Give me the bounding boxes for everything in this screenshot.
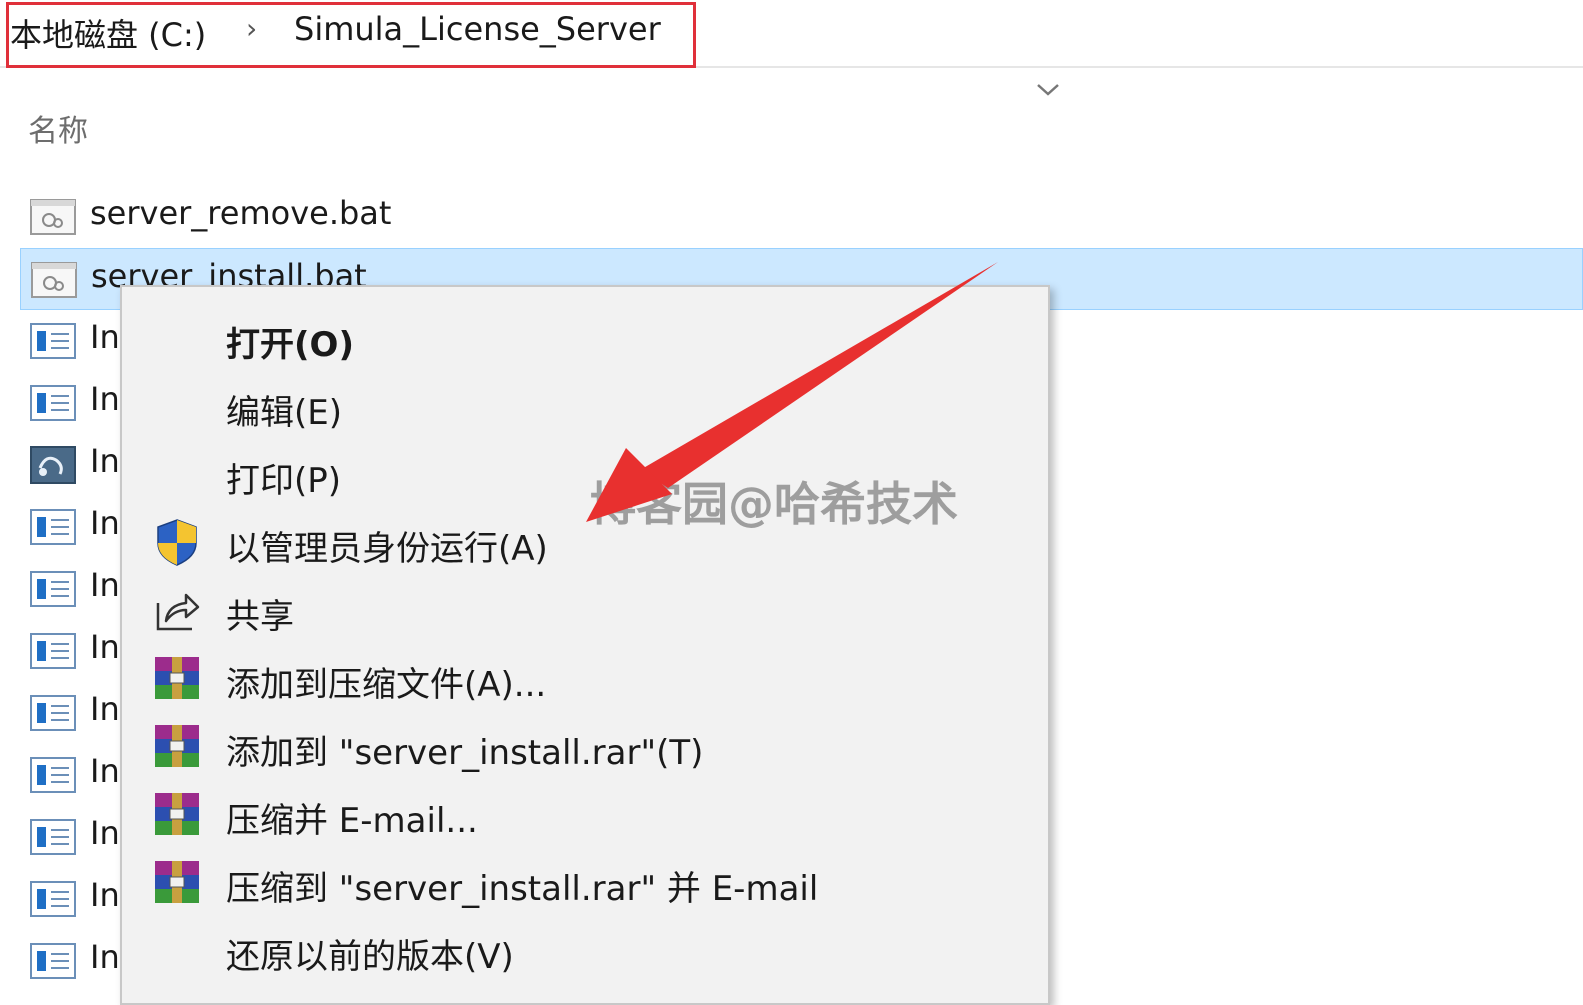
file-name: In — [90, 876, 120, 914]
menu-item-restore-previous[interactable]: 还原以前的版本(V) — [122, 915, 1048, 983]
sort-chevron-down-icon[interactable] — [1034, 80, 1062, 100]
menu-item-label: 打开(O) — [226, 325, 354, 365]
file-name: In — [90, 380, 120, 418]
menu-item-open[interactable]: 打开(O) — [122, 303, 1048, 371]
file-name: In — [90, 752, 120, 790]
file-name: In — [90, 504, 120, 542]
document-icon — [30, 509, 76, 545]
file-name: In — [90, 690, 120, 728]
menu-item-compress-to-rar-email[interactable]: 压缩到 "server_install.rar" 并 E-mail — [122, 847, 1048, 915]
document-icon — [30, 633, 76, 669]
breadcrumb-drive[interactable]: 本地磁盘 (C:) — [10, 10, 206, 56]
file-name: In — [90, 938, 120, 976]
menu-item-label: 添加到压缩文件(A)... — [226, 665, 547, 705]
document-icon — [30, 323, 76, 359]
winrar-icon — [155, 725, 199, 767]
column-header-name[interactable]: 名称 — [28, 106, 88, 150]
batch-file-icon — [30, 199, 76, 235]
file-name: In — [90, 814, 120, 852]
address-bar[interactable]: 本地磁盘 (C:) › Simula_License_Server — [0, 0, 1583, 68]
menu-item-edit[interactable]: 编辑(E) — [122, 371, 1048, 439]
batch-file-icon — [31, 262, 77, 298]
menu-item-share[interactable]: 共享 — [122, 575, 1048, 643]
watermark-text: 博客园@哈希技术 — [590, 477, 958, 531]
menu-item-label: 还原以前的版本(V) — [226, 937, 514, 977]
menu-item-label: 压缩到 "server_install.rar" 并 E-mail — [226, 869, 819, 909]
menu-item-label: 打印(P) — [226, 461, 342, 501]
winrar-icon — [155, 657, 199, 699]
uac-shield-icon — [157, 519, 197, 566]
file-name: In — [90, 628, 120, 666]
executable-icon — [30, 446, 76, 484]
document-icon — [30, 757, 76, 793]
file-name: In — [90, 566, 120, 604]
menu-item-label: 编辑(E) — [226, 393, 343, 433]
document-icon — [30, 943, 76, 979]
file-row-server-remove[interactable]: server_remove.bat — [20, 186, 1583, 248]
menu-item-label: 以管理员身份运行(A) — [226, 529, 548, 569]
menu-item-label: 共享 — [226, 597, 294, 637]
file-name: server_remove.bat — [90, 194, 392, 232]
file-name: In — [90, 442, 120, 480]
breadcrumb-separator-icon[interactable]: › — [246, 12, 257, 45]
winrar-icon — [155, 793, 199, 835]
menu-item-add-to-rar[interactable]: 添加到 "server_install.rar"(T) — [122, 711, 1048, 779]
menu-item-label: 压缩并 E-mail... — [226, 801, 478, 841]
document-icon — [30, 571, 76, 607]
document-icon — [30, 819, 76, 855]
context-menu: 打开(O) 编辑(E) 打印(P) 以管理员身份运行(A) 共享 添加到压缩文件… — [120, 285, 1050, 1005]
menu-item-add-to-archive[interactable]: 添加到压缩文件(A)... — [122, 643, 1048, 711]
winrar-icon — [155, 861, 199, 903]
menu-item-compress-email[interactable]: 压缩并 E-mail... — [122, 779, 1048, 847]
breadcrumb-folder[interactable]: Simula_License_Server — [294, 10, 661, 48]
file-name: In — [90, 318, 120, 356]
share-icon — [156, 593, 200, 631]
document-icon — [30, 695, 76, 731]
menu-item-label: 添加到 "server_install.rar"(T) — [226, 733, 704, 773]
document-icon — [30, 385, 76, 421]
document-icon — [30, 881, 76, 917]
